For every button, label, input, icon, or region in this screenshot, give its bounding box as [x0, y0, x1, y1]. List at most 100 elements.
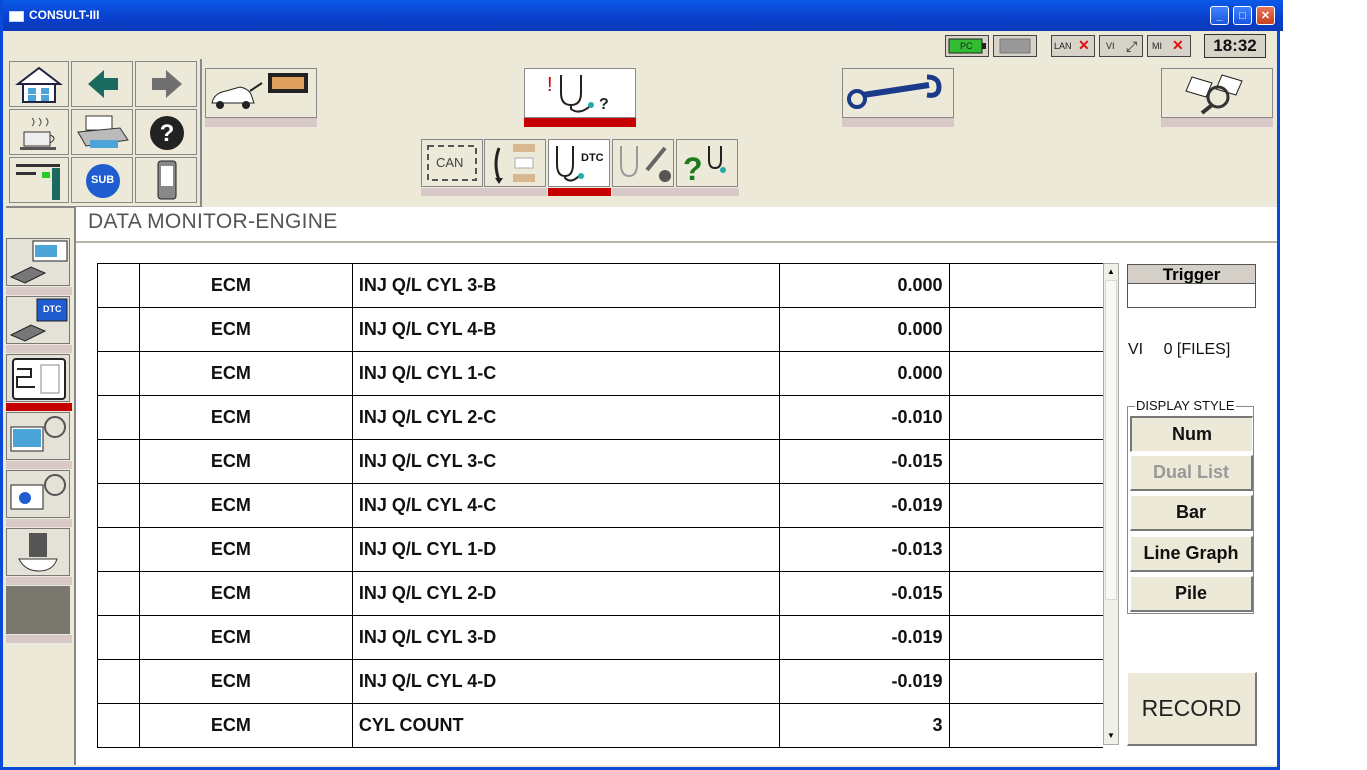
blank-function-indicator	[6, 635, 72, 643]
unit-cell	[948, 527, 1103, 572]
svg-text:?: ?	[160, 120, 175, 147]
table-row[interactable]: ECM INJ Q/L CYL 2-D -0.015	[97, 571, 1103, 616]
table-row[interactable]: ECM INJ Q/L CYL 1-C 0.000	[97, 351, 1103, 396]
exit-button[interactable]	[9, 157, 69, 203]
row-select-cell	[97, 395, 140, 440]
row-select-cell	[97, 263, 140, 308]
forward-button[interactable]	[135, 61, 197, 107]
table-row[interactable]: ECM INJ Q/L CYL 4-C -0.019	[97, 483, 1103, 528]
car-monitor-icon	[211, 73, 308, 109]
system-cell: ECM	[138, 351, 353, 396]
monitor-gear-fan-icon	[10, 474, 66, 510]
wrench-icon	[847, 74, 942, 109]
dtc-button[interactable]: DTC	[548, 139, 610, 187]
minimize-button[interactable]: _	[1210, 6, 1229, 25]
app-icon	[9, 11, 24, 22]
unit-cell	[948, 351, 1103, 396]
work-flow-button[interactable]	[484, 139, 546, 187]
back-button[interactable]	[71, 61, 133, 107]
scroll-thumb[interactable]	[1105, 280, 1117, 600]
item-name-cell: INJ Q/L CYL 3-D	[351, 615, 780, 660]
table-row[interactable]: ECM INJ Q/L CYL 4-D -0.019	[97, 659, 1103, 704]
print-button[interactable]	[71, 109, 133, 155]
seat-icon	[18, 533, 58, 572]
maximize-button[interactable]: □	[1233, 6, 1252, 25]
stethoscope-question-icon: !?	[547, 74, 609, 113]
unit-cell	[948, 483, 1103, 528]
system-cell: ECM	[138, 307, 353, 352]
unit-cell	[948, 571, 1103, 616]
display-bar-button[interactable]: Bar	[1130, 495, 1253, 531]
record-button[interactable]: RECORD	[1127, 672, 1257, 746]
battery-empty-icon	[999, 38, 1031, 54]
dtc-label: DTC	[581, 152, 604, 164]
final-check-indicator	[1161, 118, 1273, 127]
help-button[interactable]: ?	[135, 109, 197, 155]
vehicle-selection-button[interactable]	[205, 68, 317, 118]
vehicle-selection-indicator	[205, 118, 317, 127]
close-button[interactable]: ✕	[1256, 6, 1275, 25]
clock: 18:32	[1204, 34, 1266, 58]
table-row[interactable]: ECM INJ Q/L CYL 2-C -0.010	[97, 395, 1103, 440]
seat-button[interactable]	[6, 528, 70, 576]
active-test-side-button[interactable]	[6, 412, 70, 460]
ecu-id-button[interactable]	[6, 238, 70, 286]
work-support-side-indicator	[6, 519, 72, 527]
unit-cell	[948, 307, 1103, 352]
item-name-cell: CYL COUNT	[351, 703, 780, 748]
window-title: CONSULT-III	[29, 8, 100, 22]
monitor-fan-icon	[10, 416, 66, 452]
scroll-up-arrow[interactable]: ▲	[1105, 265, 1117, 279]
row-select-cell	[97, 703, 140, 748]
active-test-button[interactable]: ?	[676, 139, 738, 187]
table-row[interactable]: ECM INJ Q/L CYL 3-D -0.019	[97, 615, 1103, 660]
item-name-cell: INJ Q/L CYL 4-B	[351, 307, 780, 352]
coffee-break-button[interactable]	[9, 109, 69, 155]
svg-text:?: ?	[599, 96, 609, 113]
system-cell: ECM	[138, 263, 353, 308]
final-check-button[interactable]	[1161, 68, 1273, 118]
work-support-button[interactable]	[842, 68, 954, 118]
can-diagnosis-button[interactable]: CAN	[421, 139, 483, 187]
system-cell: ECM	[138, 615, 353, 660]
value-cell: -0.015	[778, 439, 950, 484]
table-row[interactable]: ECM INJ Q/L CYL 3-B 0.000	[97, 263, 1103, 308]
table-scrollbar[interactable]: ▲ ▼	[1103, 263, 1119, 745]
system-cell: ECM	[138, 571, 353, 616]
sub-label: SUB	[91, 174, 115, 186]
trigger-button[interactable]: Trigger	[1127, 264, 1256, 284]
data-monitor-table: ECM INJ Q/L CYL 3-B 0.000 ECM INJ Q/L CYL 4-…	[97, 263, 1103, 748]
home-button[interactable]	[9, 61, 69, 107]
item-name-cell: INJ Q/L CYL 3-C	[351, 439, 780, 484]
scroll-down-arrow[interactable]: ▼	[1105, 729, 1117, 743]
self-diag-button[interactable]: DTC	[6, 296, 70, 344]
connector-icon: ⤢	[1126, 38, 1138, 54]
title-bar[interactable]: CONSULT-III _ □ ✕	[3, 0, 1283, 31]
item-name-cell: INJ Q/L CYL 1-D	[351, 527, 780, 572]
table-row[interactable]: ECM INJ Q/L CYL 3-C -0.015	[97, 439, 1103, 484]
work-support-side-button[interactable]	[6, 470, 70, 518]
vi-battery-status	[993, 35, 1037, 57]
sub-mode-button[interactable]: SUB	[71, 157, 133, 203]
diagnosis-button[interactable]: !?	[524, 68, 636, 118]
unit-cell	[948, 659, 1103, 704]
vi-files-status: VI 0 [FILES]	[1128, 341, 1230, 359]
pc-battery-status: PC	[945, 35, 989, 57]
table-row[interactable]: ECM CYL COUNT 3	[97, 703, 1103, 748]
display-pile-button[interactable]: Pile	[1130, 576, 1253, 612]
display-line-graph-button[interactable]: Line Graph	[1130, 536, 1253, 572]
row-select-cell	[97, 571, 140, 616]
vi-device-button[interactable]	[135, 157, 197, 203]
blank-function-button[interactable]	[6, 586, 70, 634]
row-select-cell	[97, 351, 140, 396]
table-row[interactable]: ECM INJ Q/L CYL 4-B 0.000	[97, 307, 1103, 352]
display-dual-list-button[interactable]: Dual List	[1130, 455, 1253, 491]
table-row[interactable]: ECM INJ Q/L CYL 1-D -0.013	[97, 527, 1103, 572]
display-num-button[interactable]: Num	[1130, 416, 1253, 452]
value-cell: -0.013	[778, 527, 950, 572]
unit-cell	[948, 263, 1103, 308]
data-monitor-button[interactable]	[612, 139, 674, 187]
active-test-side-indicator	[6, 461, 72, 469]
data-monitor-side-button[interactable]	[6, 354, 70, 402]
value-cell: 3	[778, 703, 950, 748]
